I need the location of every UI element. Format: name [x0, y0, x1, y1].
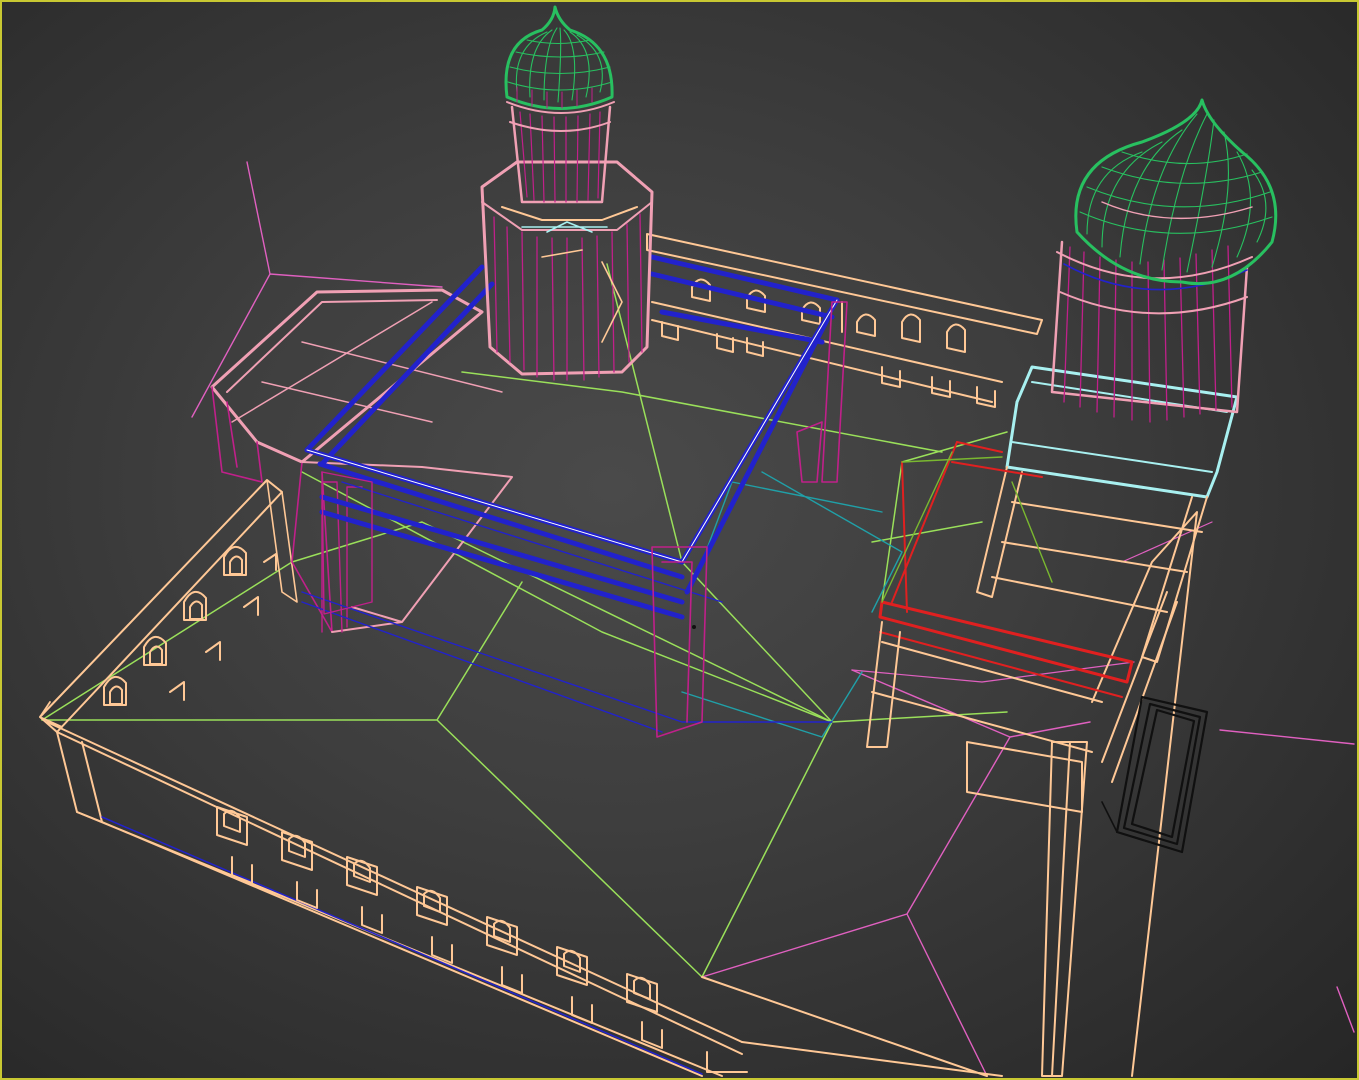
outer-wall-right[interactable]: [701, 511, 1198, 1077]
3d-viewport[interactable]: [0, 0, 1359, 1080]
left-tower-base: [480, 160, 654, 381]
front-wall-windows: [216, 806, 748, 1073]
left-tower-dome: [504, 5, 614, 110]
scene-pivot-marker: [692, 625, 696, 629]
inner-blue-building[interactable]: [301, 254, 848, 738]
right-tower-dome: [1074, 98, 1278, 286]
teal-guides: [681, 471, 903, 738]
pentagon-annex[interactable]: [210, 288, 513, 633]
wireframe-scene[interactable]: [2, 2, 1357, 1078]
roof-guide-lines: [191, 161, 1355, 1077]
outer-wall-front[interactable]: [39, 479, 743, 1077]
left-tower-drum: [506, 101, 615, 204]
left-tower[interactable]: [480, 5, 654, 381]
right-tower[interactable]: [976, 98, 1278, 663]
